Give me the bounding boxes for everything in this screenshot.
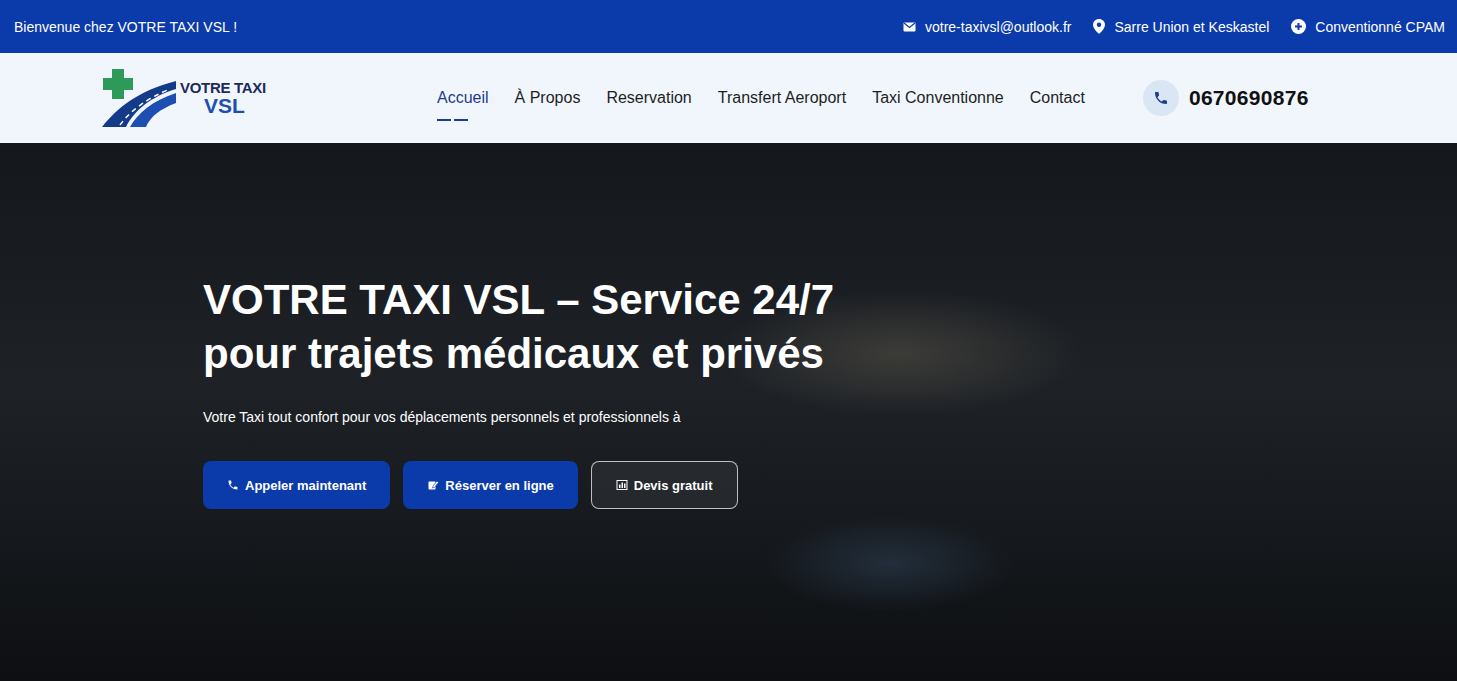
nav-link[interactable]: Reservation [606, 81, 691, 115]
location-info: Sarre Union et Keskastel [1093, 19, 1269, 35]
nav-link[interactable]: Contact [1030, 81, 1085, 115]
edit-icon [427, 479, 439, 491]
phone-number[interactable]: 0670690876 [1189, 86, 1309, 110]
cpam-text: Conventionné CPAM [1315, 19, 1445, 35]
top-bar: Bienvenue chez VOTRE TAXI VSL ! votre-tax… [0, 0, 1457, 53]
hero-button[interactable]: Devis gratuit [591, 461, 738, 509]
button-label[interactable]: Devis gratuit [634, 478, 713, 493]
hero-section: VOTRE TAXI VSL – Service 24/7 pour traje… [0, 143, 1457, 681]
envelope-icon [903, 22, 916, 32]
nav-link[interactable]: À Propos [515, 81, 581, 115]
nav-link[interactable]: Accueil [437, 81, 489, 115]
button-label[interactable]: Réserver en ligne [445, 478, 553, 493]
hero-buttons: Appeler maintenant Réserver en ligne Devis… [203, 461, 1457, 509]
logo-road-icon [100, 67, 178, 129]
hero-button[interactable]: Réserver en ligne [403, 461, 577, 509]
hero-subtitle: Votre Taxi tout confort pour vos déplace… [203, 409, 1457, 425]
welcome-text: Bienvenue chez VOTRE TAXI VSL ! [14, 19, 237, 35]
logo-line2: VSL [204, 95, 266, 116]
logo-line1: VOTRE TAXI [180, 80, 266, 95]
chart-icon [616, 479, 628, 491]
nav-link[interactable]: Transfert Aeroport [718, 81, 846, 115]
phone-icon [227, 479, 239, 491]
cpam-info: Conventionné CPAM [1291, 19, 1445, 35]
location-text: Sarre Union et Keskastel [1114, 19, 1269, 35]
plus-circle-icon [1291, 19, 1306, 34]
phone-badge [1143, 80, 1179, 116]
button-label[interactable]: Appeler maintenant [245, 478, 366, 493]
logo-text: VOTRE TAXIVSL [180, 80, 266, 116]
phone-contact[interactable]: 0670690876 [1143, 80, 1309, 116]
hero-button[interactable]: Appeler maintenant [203, 461, 390, 509]
map-pin-icon [1093, 19, 1105, 34]
top-info: votre-taxivsl@outlook.fr Sarre Union et K… [903, 19, 1445, 35]
email-text[interactable]: votre-taxivsl@outlook.fr [925, 19, 1071, 35]
email-info[interactable]: votre-taxivsl@outlook.fr [903, 19, 1071, 35]
navigation-bar: VOTRE TAXIVSL Accueil À Propos Reservation T… [0, 53, 1457, 143]
logo[interactable]: VOTRE TAXIVSL [100, 67, 437, 129]
hero-title: VOTRE TAXI VSL – Service 24/7 pour traje… [203, 273, 843, 381]
nav-link[interactable]: Taxi Conventionne [872, 81, 1004, 115]
main-menu: Accueil À Propos Reservation Transfert Aero… [437, 81, 1085, 115]
phone-icon [1153, 90, 1169, 106]
